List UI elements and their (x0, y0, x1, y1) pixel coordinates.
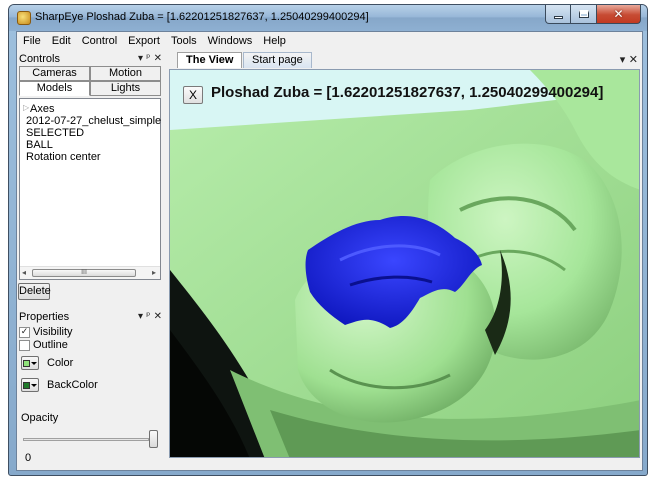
document-area: The View Start page ▾ ✕ X Ploshad Zuba =… (167, 51, 642, 459)
window-title: SharpEye Ploshad Zuba = [1.6220125182763… (35, 11, 369, 23)
controls-panel-pin-icon[interactable]: ▾ ᵖ ✕ (138, 53, 165, 64)
outline-checkbox[interactable] (19, 339, 30, 351)
status-bar: 0 (17, 452, 642, 470)
opacity-slider-track[interactable] (23, 438, 149, 441)
minimize-icon (553, 15, 563, 19)
document-tabs-menu-icon[interactable]: ▾ ✕ (620, 53, 638, 66)
backcolor-picker-button[interactable] (21, 378, 39, 392)
tab-cameras[interactable]: Cameras (19, 66, 90, 81)
opacity-slider-thumb[interactable] (149, 430, 158, 448)
overlay-area-label: Ploshad Zuba = [1.62201251827637, 1.2504… (211, 84, 604, 101)
dental-model-render[interactable] (170, 70, 640, 458)
properties-panel-header: Properties ▾ ᵖ ✕ (17, 309, 165, 324)
models-tree[interactable]: ▷ Axes 2012-07-27_chelust_simple SELECTE… (19, 98, 161, 280)
client-area: File Edit Control Export Tools Windows H… (16, 31, 643, 471)
visibility-label: Visibility (33, 326, 73, 338)
dropdown-arrow-icon (31, 383, 37, 387)
backcolor-swatch (23, 381, 30, 389)
color-swatch (23, 359, 30, 367)
title-bar[interactable]: SharpEye Ploshad Zuba = [1.6220125182763… (9, 5, 647, 31)
menu-file[interactable]: File (17, 32, 46, 50)
properties-panel-title: Properties (19, 310, 70, 323)
tab-the-view[interactable]: The View (177, 52, 243, 68)
tree-expand-icon[interactable]: ▷ (23, 103, 29, 112)
tab-lights[interactable]: Lights (90, 81, 161, 96)
color-row: Color (21, 356, 73, 370)
menu-export[interactable]: Export (122, 32, 165, 50)
close-icon: ✕ (613, 7, 624, 21)
tab-models[interactable]: Models (19, 81, 90, 96)
app-icon (17, 11, 31, 25)
properties-body: ✓ Visibility Outline Color BackColor Opa… (19, 326, 161, 456)
outline-label: Outline (33, 339, 68, 351)
menu-bar: File Edit Control Export Tools Windows H… (17, 32, 642, 50)
opacity-label: Opacity (21, 412, 59, 424)
3d-viewport[interactable]: X Ploshad Zuba = [1.62201251827637, 1.25… (169, 69, 640, 458)
scroll-left-icon[interactable]: ◂ (22, 268, 26, 277)
delete-button[interactable]: Delete (18, 283, 51, 300)
color-label: Color (47, 357, 74, 369)
menu-help[interactable]: Help (257, 32, 291, 50)
controls-tabs-top: Cameras Motion (19, 66, 161, 81)
visibility-row[interactable]: ✓ Visibility (19, 326, 73, 338)
tree-item-rotation-center[interactable]: Rotation center (26, 151, 101, 163)
document-tabs: The View Start page ▾ ✕ (167, 51, 642, 68)
menu-windows[interactable]: Windows (202, 32, 258, 50)
backcolor-label: BackColor (47, 379, 98, 391)
tab-motion[interactable]: Motion (90, 66, 161, 81)
left-dock: Controls ▾ ᵖ ✕ Cameras Motion Models Lig… (17, 51, 165, 459)
status-text: 0 (25, 452, 32, 464)
tree-horizontal-scrollbar[interactable]: ◂ III ▸ (20, 266, 160, 279)
controls-tabs-bottom: Models Lights (19, 81, 161, 96)
close-button[interactable]: ✕ (597, 5, 641, 24)
controls-panel-title: Controls (19, 52, 60, 65)
app-window: SharpEye Ploshad Zuba = [1.6220125182763… (8, 4, 648, 476)
properties-panel-pin-icon[interactable]: ▾ ᵖ ✕ (138, 311, 165, 322)
menu-edit[interactable]: Edit (46, 32, 76, 50)
menu-tools[interactable]: Tools (165, 32, 202, 50)
menu-control[interactable]: Control (76, 32, 122, 50)
tree-item-axes[interactable]: Axes (30, 103, 54, 115)
tab-start-page[interactable]: Start page (243, 52, 312, 68)
maximize-icon (578, 10, 589, 18)
maximize-button[interactable] (571, 5, 597, 24)
controls-panel-header: Controls ▾ ᵖ ✕ (17, 51, 165, 66)
tree-item-model[interactable]: 2012-07-27_chelust_simple (26, 115, 161, 127)
overlay-close-button[interactable]: X (183, 86, 203, 104)
visibility-checkbox[interactable]: ✓ (19, 326, 30, 338)
scroll-thumb[interactable]: III (32, 269, 136, 277)
outline-row[interactable]: Outline (19, 339, 68, 351)
dropdown-arrow-icon (31, 361, 37, 365)
backcolor-row: BackColor (21, 378, 98, 392)
caption-buttons: ✕ (545, 5, 641, 24)
tree-item-ball[interactable]: BALL (26, 139, 53, 151)
color-picker-button[interactable] (21, 356, 39, 370)
tree-item-selected[interactable]: SELECTED (26, 127, 84, 139)
minimize-button[interactable] (545, 5, 571, 24)
scroll-right-icon[interactable]: ▸ (152, 268, 156, 277)
